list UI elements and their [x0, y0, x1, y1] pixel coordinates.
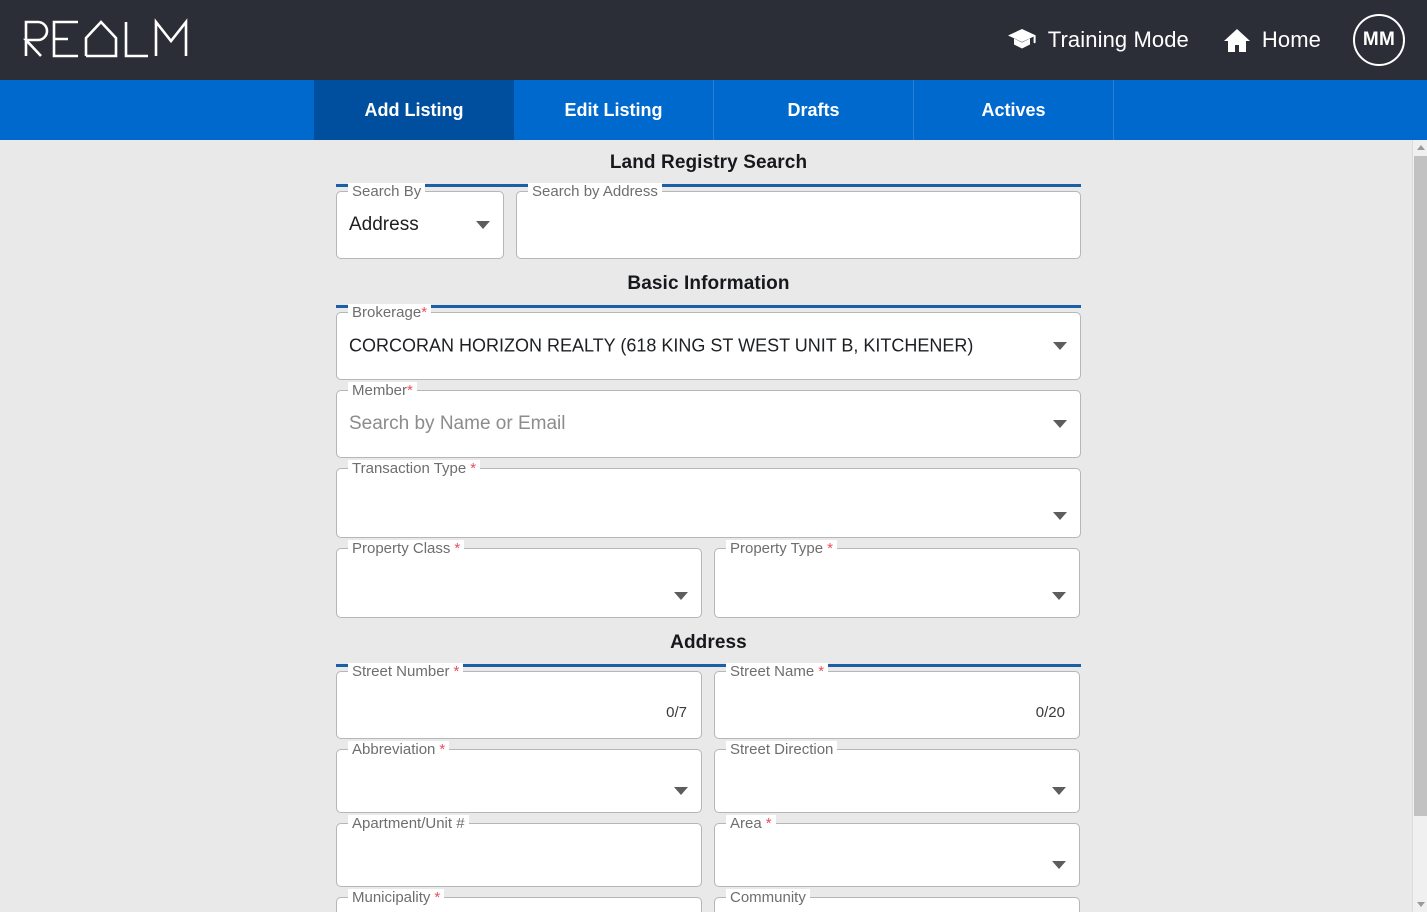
tab-edit-listing-label: Edit Listing — [564, 99, 663, 120]
avatar[interactable]: MM — [1353, 14, 1405, 66]
section-title-address: Address — [670, 632, 747, 653]
realm-logo[interactable] — [22, 16, 190, 65]
chevron-down-icon[interactable] — [1053, 512, 1067, 520]
abbreviation-row: Abbreviation * Street Direction — [336, 741, 1081, 813]
area-label: Area * — [726, 815, 776, 832]
street-name-counter: 0/20 — [1035, 704, 1065, 721]
section-title-land-registry: Land Registry Search — [609, 152, 808, 173]
land-registry-row: Search By Address Search by Address — [336, 183, 1081, 259]
scroll-down-arrow[interactable] — [1413, 897, 1427, 912]
section-title-basic-information: Basic Information — [627, 273, 790, 294]
tab-actives-label: Actives — [981, 99, 1046, 120]
member-select[interactable]: Member* Search by Name or Email — [336, 382, 1081, 458]
property-type-label: Property Type * — [726, 540, 837, 557]
app-header: Training Mode Home MM — [0, 0, 1427, 80]
training-mode-button[interactable]: Training Mode — [1007, 27, 1189, 53]
brokerage-select[interactable]: Brokerage* CORCORAN HORIZON REALTY (618 … — [336, 304, 1081, 380]
transaction-type-select[interactable]: Transaction Type * — [336, 460, 1081, 538]
brokerage-label: Brokerage* — [348, 304, 432, 321]
abbreviation-select[interactable]: Abbreviation * — [336, 741, 702, 813]
tab-drafts-label: Drafts — [787, 99, 840, 120]
home-icon — [1223, 27, 1251, 53]
community-label: Community — [726, 889, 810, 906]
tab-actives[interactable]: Actives — [914, 80, 1114, 140]
header-actions: Training Mode Home MM — [973, 14, 1405, 66]
search-by-value: Address — [349, 214, 419, 235]
chevron-down-icon[interactable] — [674, 592, 688, 600]
apartment-unit-label: Apartment/Unit # — [348, 815, 469, 832]
search-by-label: Search By — [348, 183, 426, 200]
transaction-type-label: Transaction Type * — [348, 460, 481, 477]
property-class-label: Property Class * — [348, 540, 465, 557]
municipality-label: Municipality * — [348, 889, 445, 906]
page-scroll-region: Land Registry Search Search By Address S… — [0, 140, 1427, 912]
brokerage-row: Brokerage* CORCORAN HORIZON REALTY (618 … — [336, 304, 1081, 380]
community-input[interactable]: Community — [714, 889, 1080, 912]
member-placeholder: Search by Name or Email — [349, 413, 566, 434]
chevron-down-icon[interactable] — [1052, 592, 1066, 600]
property-class-select[interactable]: Property Class * — [336, 540, 702, 618]
street-number-label: Street Number * — [348, 663, 464, 680]
home-label: Home — [1261, 27, 1321, 52]
land-registry-accent-line — [336, 184, 1081, 187]
listing-form: Land Registry Search Search By Address S… — [0, 140, 1412, 912]
brokerage-value: CORCORAN HORIZON REALTY (618 KING ST WES… — [349, 335, 974, 356]
scrollbar-thumb[interactable] — [1414, 156, 1427, 816]
chevron-down-icon[interactable] — [476, 221, 490, 229]
street-direction-select[interactable]: Street Direction — [714, 741, 1080, 813]
training-mode-label: Training Mode — [1047, 27, 1189, 52]
form-column: Land Registry Search Search By Address S… — [336, 152, 1081, 912]
street-direction-label: Street Direction — [726, 741, 838, 758]
chevron-down-icon[interactable] — [674, 787, 688, 795]
street-name-label: Street Name * — [726, 663, 829, 680]
street-name-input[interactable]: Street Name * 0/20 — [714, 663, 1080, 739]
area-select[interactable]: Area * — [714, 815, 1080, 887]
search-by-address-input[interactable]: Search by Address — [516, 183, 1081, 259]
tabbar-right-spacer — [1114, 80, 1427, 140]
main-tabs: Add Listing Edit Listing Drafts Actives — [0, 80, 1427, 140]
street-row: Street Number * 0/7 Street Name * 0/20 — [336, 663, 1081, 739]
property-row: Property Class * Property Type * — [336, 540, 1081, 618]
graduation-cap-icon — [1007, 27, 1037, 53]
search-by-select[interactable]: Search By Address — [336, 183, 504, 259]
tab-add-listing[interactable]: Add Listing — [314, 80, 514, 140]
tab-edit-listing[interactable]: Edit Listing — [514, 80, 714, 140]
basic-information-accent-line — [336, 305, 1081, 308]
member-label: Member* — [348, 382, 417, 399]
chevron-down-icon[interactable] — [1052, 787, 1066, 795]
municipality-input[interactable]: Municipality * — [336, 889, 702, 912]
avatar-initials: MM — [1362, 29, 1396, 50]
property-type-select[interactable]: Property Type * — [714, 540, 1080, 618]
scroll-up-arrow[interactable] — [1413, 140, 1427, 155]
abbreviation-label: Abbreviation * — [348, 741, 450, 758]
home-button[interactable]: Home — [1223, 27, 1321, 53]
transaction-type-row: Transaction Type * — [336, 460, 1081, 538]
tabbar-left-spacer — [0, 80, 314, 140]
tab-add-listing-label: Add Listing — [364, 99, 464, 120]
search-by-address-label: Search by Address — [528, 183, 662, 200]
apartment-area-row: Apartment/Unit # Area * — [336, 815, 1081, 887]
member-row: Member* Search by Name or Email — [336, 382, 1081, 458]
apartment-unit-input[interactable]: Apartment/Unit # — [336, 815, 702, 887]
street-number-input[interactable]: Street Number * 0/7 — [336, 663, 702, 739]
street-number-counter: 0/7 — [666, 704, 687, 721]
chevron-down-icon[interactable] — [1052, 861, 1066, 869]
chevron-down-icon[interactable] — [1053, 420, 1067, 428]
tab-drafts[interactable]: Drafts — [714, 80, 914, 140]
chevron-down-icon[interactable] — [1053, 342, 1067, 350]
vertical-scrollbar[interactable] — [1412, 140, 1427, 912]
municipality-community-row: Municipality * Community — [336, 889, 1081, 912]
